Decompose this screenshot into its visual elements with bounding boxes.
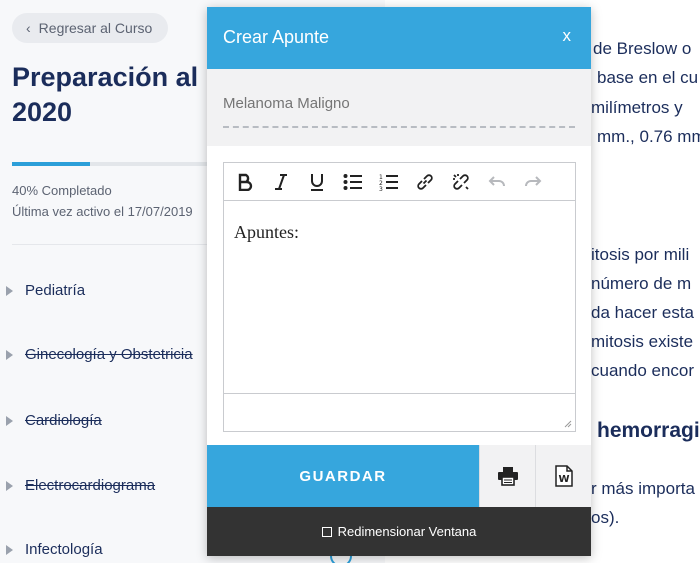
content-text-line: mm., 0.76 mm [597,127,700,146]
content-heading: hemorragia [597,419,700,442]
last-active-text: Última vez activo el 17/07/2019 [12,204,193,219]
numbered-list-icon[interactable]: 123 [376,169,402,195]
export-word-button[interactable]: W [535,445,591,507]
modal-header: Crear Apunte x [207,7,591,69]
content-text-line: de Breslow o [593,39,692,58]
svg-text:W: W [558,474,569,485]
close-button[interactable]: x [563,26,572,46]
content-text-line: cuando encor [591,361,695,380]
bulleted-list-icon[interactable] [340,169,366,195]
topic-label: Ginecología y Obstetricia [25,346,193,363]
dashed-underline [223,126,575,128]
content-text-line: os). [591,508,620,527]
content-text-line: r más importa [591,479,695,498]
resize-grip-icon[interactable] [562,418,572,428]
editor-statusbar [224,393,575,431]
redo-icon[interactable] [520,169,546,195]
italic-icon[interactable] [268,169,294,195]
topic-label: Electrocardiograma [25,477,156,494]
content-text-line: milímetros y [591,98,683,117]
note-title-input[interactable] [223,95,575,112]
resize-window-button[interactable]: Redimensionar Ventana [207,507,591,556]
resize-window-label: Redimensionar Ventana [337,524,477,539]
expand-triangle-icon [6,544,13,555]
topic-item-infectologia[interactable]: Infectología [6,541,103,558]
topic-label: Infectología [25,541,103,558]
unlink-icon[interactable] [448,169,474,195]
word-document-icon: W [554,465,573,487]
expand-triangle-icon [6,480,13,491]
note-textarea[interactable]: Apuntes: [224,202,575,394]
content-text-line: mitosis existe [591,332,694,351]
save-button[interactable]: GUARDAR [207,445,479,507]
rich-text-editor: 123 Apuntes: [223,162,576,432]
progress-bar [12,162,207,166]
topic-item-cardiologia[interactable]: Cardiología [6,412,102,429]
topic-item-ginecologia[interactable]: Ginecología y Obstetricia [6,346,193,363]
print-button[interactable] [479,445,535,507]
progress-bar-fill [12,162,90,166]
topic-label: Pediatría [25,282,86,299]
print-icon [497,467,518,486]
expand-triangle-icon [6,285,13,296]
content-text-line: base en el cu [597,68,699,87]
expand-triangle-icon [6,415,13,426]
course-title: Preparación al 2020 [12,62,199,127]
content-text-line: da hacer esta [591,303,695,322]
modal-title: Crear Apunte [223,27,330,47]
underline-icon[interactable] [304,169,330,195]
create-note-modal: Crear Apunte x 123 [207,7,591,556]
topic-label: Cardiología [25,412,102,429]
editor-toolbar: 123 [224,163,575,201]
back-button-label: Regresar al Curso [38,20,153,36]
svg-text:3: 3 [379,186,383,191]
back-to-course-button[interactable]: ‹ Regresar al Curso [12,13,169,43]
content-text-line: itosis por mili [591,245,690,264]
chevron-left-icon: ‹ [26,20,31,36]
undo-icon[interactable] [484,169,510,195]
content-text-line: número de m [591,274,692,293]
topic-item-electrocardiograma[interactable]: Electrocardiograma [6,477,155,494]
bold-icon[interactable] [232,169,258,195]
square-icon [321,526,332,537]
editor-container: 123 Apuntes: [207,146,591,445]
topic-item-pediatria[interactable]: Pediatría [6,282,85,299]
expand-triangle-icon [6,349,13,360]
link-icon[interactable] [412,169,438,195]
progress-text: 40% Completado [12,183,112,198]
